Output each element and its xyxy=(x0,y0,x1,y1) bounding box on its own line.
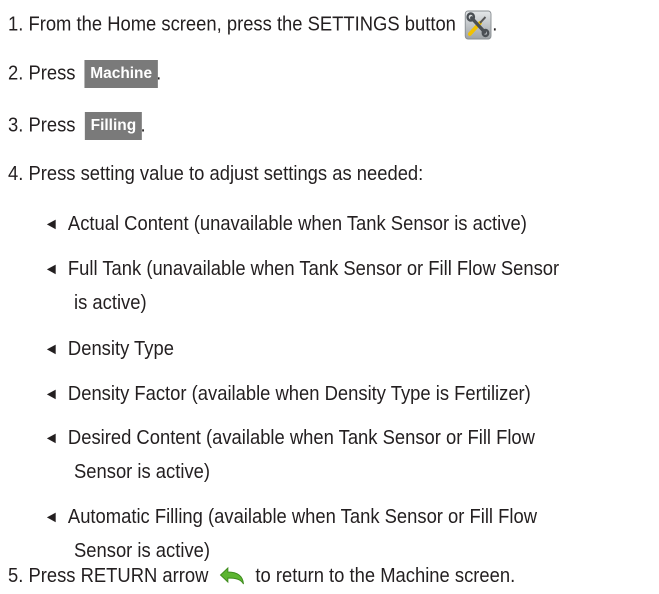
step-5-suffix: to return to the Machine screen. xyxy=(255,565,516,587)
list-item-text-cont: Sensor is active) xyxy=(74,461,211,483)
list-item-desired-content-cont: Sensor is active) xyxy=(74,460,210,484)
step-5-prefix: 5. Press RETURN arrow xyxy=(8,565,209,587)
bullet-arrow-icon: ◄ xyxy=(44,509,59,526)
step-3-prefix: 3. Press xyxy=(8,114,76,137)
step-1: 1. From the Home screen, press the SETTI… xyxy=(8,10,497,40)
bullet-arrow-icon: ◄ xyxy=(44,216,59,233)
list-item-actual-content: ◄ Actual Content (unavailable when Tank S… xyxy=(44,212,527,237)
list-item-text: Desired Content (available when Tank Sen… xyxy=(67,427,535,449)
settings-icon xyxy=(465,10,493,40)
bullet-arrow-icon: ◄ xyxy=(44,261,59,278)
list-item-desired-content: ◄ Desired Content (available when Tank Se… xyxy=(44,426,535,451)
machine-button: Machine xyxy=(84,60,158,88)
list-item-text: Full Tank (unavailable when Tank Sensor … xyxy=(67,258,560,280)
list-item-automatic-filling: ◄ Automatic Filling (available when Tank … xyxy=(44,505,537,530)
bullet-arrow-icon: ◄ xyxy=(44,341,59,358)
list-item-text: Automatic Filling (available when Tank S… xyxy=(67,506,537,528)
step-2: 2. Press Machine. xyxy=(8,60,161,88)
list-item-density-factor: ◄ Density Factor (available when Density … xyxy=(44,382,531,407)
list-item-density-type: ◄ Density Type xyxy=(44,337,174,362)
list-item-full-tank-cont: is active) xyxy=(74,291,147,315)
step-1-text: 1. From the Home screen, press the SETTI… xyxy=(8,13,456,36)
step-2-prefix: 2. Press xyxy=(8,62,76,85)
step-3: 3. Press Filling. xyxy=(8,112,146,140)
instructions-page: 1. From the Home screen, press the SETTI… xyxy=(0,0,659,592)
filling-button: Filling xyxy=(84,112,142,140)
list-item-text-cont: is active) xyxy=(74,292,147,314)
list-item-text-cont: Sensor is active) xyxy=(74,540,211,562)
return-arrow-icon xyxy=(217,566,246,588)
list-item-text: Actual Content (unavailable when Tank Se… xyxy=(67,213,527,235)
list-item-full-tank: ◄ Full Tank (unavailable when Tank Sensor… xyxy=(44,257,559,282)
bullet-arrow-icon: ◄ xyxy=(44,430,59,447)
list-item-text: Density Type xyxy=(67,338,174,360)
step-5: 5. Press RETURN arrow to return to the M… xyxy=(8,564,515,588)
list-item-text: Density Factor (available when Density T… xyxy=(67,383,531,405)
list-item-automatic-filling-cont: Sensor is active) xyxy=(74,539,210,563)
bullet-arrow-icon: ◄ xyxy=(44,386,59,403)
step-1-end: . xyxy=(492,13,498,36)
step-4: 4. Press setting value to adjust setting… xyxy=(8,162,423,186)
step-4-text: 4. Press setting value to adjust setting… xyxy=(8,163,424,185)
